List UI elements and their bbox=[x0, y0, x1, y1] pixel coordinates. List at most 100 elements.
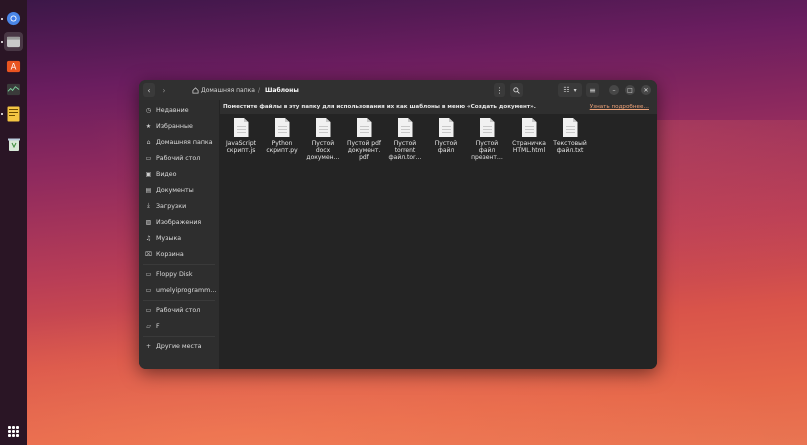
file-name-line: HTML.html bbox=[512, 147, 546, 154]
download-icon: ⤓ bbox=[147, 202, 150, 209]
file-icon bbox=[438, 118, 454, 137]
file-name-line: Пустой bbox=[475, 140, 499, 147]
file-item[interactable]: Страничка HTML.html bbox=[510, 118, 548, 154]
file-name-line: Пустой bbox=[311, 140, 335, 147]
file-name-line: Пустой bbox=[434, 140, 458, 147]
hamburger-menu-button[interactable]: ≡ bbox=[586, 83, 599, 97]
file-name-line: docx bbox=[315, 147, 331, 154]
file-view: Поместите файлы в эту папку для использо… bbox=[220, 100, 657, 369]
sidebar-item-documents[interactable]: ▤ Документы bbox=[145, 184, 194, 196]
sidebar-item-label: F bbox=[156, 322, 160, 330]
minimize-icon: – bbox=[612, 86, 616, 94]
sidebar-item-label: Избранные bbox=[156, 122, 193, 130]
file-manager-window: ‹ › Домашняя папка / Шаблоны ⋮ ☷ ▾ ≡ – □ bbox=[139, 80, 657, 369]
maximize-icon: □ bbox=[627, 86, 633, 94]
system-monitor-icon[interactable] bbox=[4, 80, 23, 99]
sidebar-item-label: Корзина bbox=[156, 250, 184, 258]
trash-icon: ⌧ bbox=[145, 250, 152, 258]
sidebar-item-f[interactable]: ▱ F bbox=[145, 320, 160, 332]
sidebar-item-home[interactable]: ⌂ Домашняя папка bbox=[145, 136, 213, 148]
show-apps-icon[interactable] bbox=[8, 426, 19, 437]
file-name-line: документ. bbox=[347, 147, 381, 154]
music-icon: ♫ bbox=[145, 234, 152, 242]
file-name-line: Текстовый bbox=[553, 140, 587, 147]
sidebar-item-music[interactable]: ♫ Музыка bbox=[145, 232, 181, 244]
sidebar-item-starred[interactable]: ★ Избранные bbox=[145, 120, 193, 132]
file-item[interactable]: Python скрипт.py bbox=[263, 118, 301, 154]
file-icon bbox=[562, 118, 578, 137]
software-store-icon[interactable]: A bbox=[4, 56, 23, 75]
back-button[interactable]: ‹ bbox=[143, 83, 155, 97]
file-name-line: файл.tor… bbox=[388, 154, 422, 161]
home-icon: ⌂ bbox=[146, 138, 151, 146]
header-bar: ‹ › Домашняя папка / Шаблоны ⋮ ☷ ▾ ≡ – □ bbox=[139, 80, 657, 100]
file-name-line: Пустой pdf bbox=[346, 140, 382, 147]
file-icon bbox=[274, 118, 290, 137]
view-mode-toggle[interactable]: ☷ ▾ bbox=[558, 83, 582, 97]
desktop-icon: ▭ bbox=[145, 154, 152, 162]
documents-icon: ▤ bbox=[145, 186, 152, 194]
file-item[interactable]: Пустой файл bbox=[427, 118, 465, 154]
sidebar-item-desktop-drive[interactable]: ▭ Рабочий стол bbox=[145, 304, 201, 316]
sidebar-item-label: Документы bbox=[156, 186, 194, 194]
sidebar-item-videos[interactable]: ▣ Видео bbox=[145, 168, 177, 180]
minimize-button[interactable]: – bbox=[609, 85, 619, 95]
file-item[interactable]: Пустой torrent файл.tor… bbox=[386, 118, 424, 161]
drive-icon: ▭ bbox=[145, 306, 152, 314]
chevron-right-icon: › bbox=[162, 85, 166, 95]
file-item[interactable]: Текстовый файл.txt bbox=[551, 118, 589, 154]
sidebar-item-network-drive[interactable]: ▭ umelyiprogramm… bbox=[145, 284, 217, 296]
file-item[interactable]: Пустой pdf документ. pdf bbox=[345, 118, 383, 161]
forward-button[interactable]: › bbox=[158, 83, 170, 97]
sidebar-item-desktop[interactable]: ▭ Рабочий стол bbox=[145, 152, 201, 164]
sidebar-item-downloads[interactable]: ⤓ Загрузки bbox=[145, 200, 186, 212]
clock-icon: ◷ bbox=[145, 106, 152, 114]
search-button[interactable] bbox=[510, 83, 523, 97]
drive-icon: ▭ bbox=[145, 270, 152, 278]
dock: A bbox=[0, 0, 27, 445]
sidebar-item-label: Домашняя папка bbox=[156, 138, 213, 146]
learn-more-link[interactable]: Узнать подробнее… bbox=[590, 104, 649, 110]
text-editor-icon[interactable] bbox=[4, 104, 23, 123]
sidebar-item-floppy[interactable]: ▭ Floppy Disk bbox=[145, 268, 193, 280]
sidebar-item-label: Видео bbox=[156, 170, 177, 178]
maximize-button[interactable]: □ bbox=[625, 85, 635, 95]
close-icon: ✕ bbox=[643, 86, 649, 94]
sidebar-item-label: Недавние bbox=[156, 106, 189, 114]
search-icon bbox=[513, 86, 520, 94]
file-name-line: Пустой bbox=[393, 140, 417, 147]
sidebar-item-trash[interactable]: ⌧ Корзина bbox=[145, 248, 184, 260]
sidebar-item-recent[interactable]: ◷ Недавние bbox=[145, 104, 189, 116]
breadcrumb-current[interactable]: Шаблоны bbox=[265, 84, 299, 96]
file-name-line: презент… bbox=[471, 154, 503, 161]
video-icon: ▣ bbox=[145, 170, 152, 178]
file-name-line: pdf bbox=[359, 154, 369, 161]
breadcrumb-separator: / bbox=[258, 86, 261, 94]
sidebar: ◷ Недавние ★ Избранные ⌂ Домашняя папка … bbox=[139, 100, 220, 369]
file-name-line: скрипт.js bbox=[226, 147, 256, 154]
running-indicator bbox=[1, 41, 3, 43]
folder-icon: ▱ bbox=[146, 322, 151, 330]
file-name-line: Python bbox=[271, 140, 293, 147]
file-name-line: докумен… bbox=[306, 154, 340, 161]
file-item[interactable]: Пустой docx докумен… bbox=[304, 118, 342, 161]
file-icon bbox=[315, 118, 331, 137]
hamburger-icon: ≡ bbox=[589, 85, 596, 95]
file-item[interactable]: JavaScript скрипт.js bbox=[222, 118, 260, 154]
sidebar-item-pictures[interactable]: ▨ Изображения bbox=[145, 216, 202, 228]
kebab-menu-icon: ⋮ bbox=[495, 85, 504, 95]
close-button[interactable]: ✕ bbox=[641, 85, 651, 95]
file-name-line: Страничка bbox=[512, 140, 546, 147]
files-icon[interactable] bbox=[4, 32, 23, 51]
file-icon bbox=[479, 118, 495, 137]
chromium-icon[interactable] bbox=[4, 9, 23, 28]
sidebar-item-label: Загрузки bbox=[156, 202, 187, 210]
sidebar-item-label: Floppy Disk bbox=[156, 270, 193, 278]
star-icon: ★ bbox=[145, 122, 152, 130]
more-options-button[interactable]: ⋮ bbox=[494, 83, 505, 97]
sidebar-item-label: Рабочий стол bbox=[156, 154, 201, 162]
file-item[interactable]: Пустой файл презент… bbox=[468, 118, 506, 161]
trash-icon[interactable] bbox=[4, 135, 23, 154]
breadcrumb-home[interactable]: Домашняя папка bbox=[192, 84, 255, 96]
sidebar-item-other-locations[interactable]: + Другие места bbox=[145, 340, 202, 352]
